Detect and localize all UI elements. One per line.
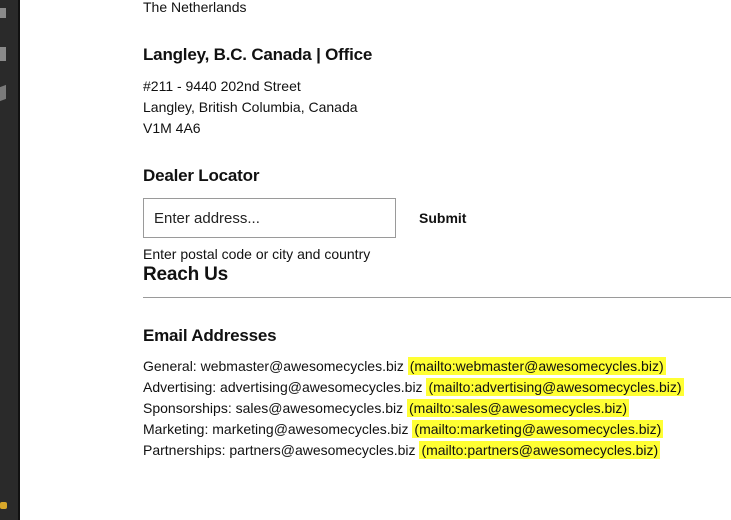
email-link[interactable]: marketing@awesomecycles.biz xyxy=(212,421,408,437)
dealer-locator-hint: Enter postal code or city and country xyxy=(143,246,371,262)
office-address-line2: Langley, British Columbia, Canada xyxy=(143,99,358,115)
email-link[interactable]: partners@awesomecycles.biz xyxy=(229,442,415,458)
document-icon[interactable] xyxy=(0,8,6,18)
email-label: Advertising: xyxy=(143,379,217,395)
email-row-sponsorships: Sponsorships: sales@awesomecycles.biz (m… xyxy=(143,399,630,417)
dealer-locator-title: Dealer Locator xyxy=(143,166,260,185)
email-row-advertising: Advertising: advertising@awesomecycles.b… xyxy=(143,378,684,396)
office-address-line1: #211 - 9440 202nd Street xyxy=(143,78,301,94)
email-row-general: General: webmaster@awesomecycles.biz (ma… xyxy=(143,357,666,375)
mailto-text: (mailto:advertising@awesomecycles.biz) xyxy=(426,378,684,396)
submit-button[interactable]: Submit xyxy=(407,200,478,236)
email-row-marketing: Marketing: marketing@awesomecycles.biz (… xyxy=(143,420,664,438)
left-toolbar xyxy=(0,0,20,520)
email-link[interactable]: sales@awesomecycles.biz xyxy=(236,400,404,416)
email-label: Sponsorships: xyxy=(143,400,232,416)
mailto-text: (mailto:sales@awesomecycles.biz) xyxy=(407,399,630,417)
email-link[interactable]: webmaster@awesomecycles.biz xyxy=(201,358,404,374)
office-title: Langley, B.C. Canada | Office xyxy=(143,45,373,64)
badge-icon[interactable] xyxy=(0,502,7,509)
mailto-text: (mailto:partners@awesomecycles.biz) xyxy=(419,441,661,459)
section-divider xyxy=(143,297,731,298)
reach-us-title: Reach Us xyxy=(143,264,228,285)
email-label: Marketing: xyxy=(143,421,209,437)
mailto-text: (mailto:marketing@awesomecycles.biz) xyxy=(412,420,664,438)
office-address-line3: V1M 4A6 xyxy=(143,120,201,136)
email-addresses-title: Email Addresses xyxy=(143,326,277,345)
email-link[interactable]: advertising@awesomecycles.biz xyxy=(220,379,423,395)
address-input[interactable] xyxy=(143,198,396,238)
previous-address-country: The Netherlands xyxy=(143,0,247,15)
email-row-partnerships: Partnerships: partners@awesomecycles.biz… xyxy=(143,441,661,459)
email-label: General: xyxy=(143,358,197,374)
email-label: Partnerships: xyxy=(143,442,226,458)
document-icon[interactable] xyxy=(0,47,6,61)
pen-icon[interactable] xyxy=(0,84,6,102)
mailto-text: (mailto:webmaster@awesomecycles.biz) xyxy=(407,357,666,375)
